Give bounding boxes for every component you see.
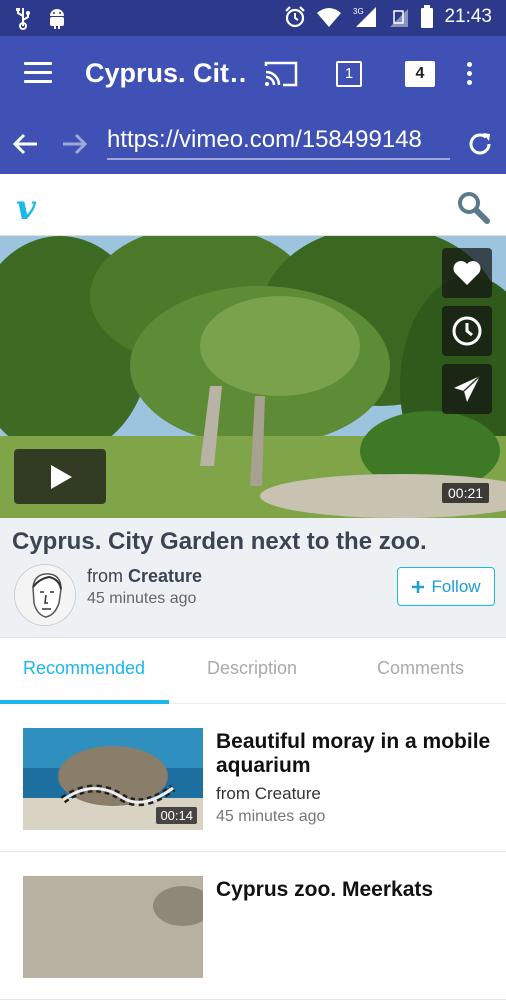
more-options-icon[interactable] (467, 62, 475, 89)
follow-label: Follow (431, 576, 481, 596)
search-icon[interactable] (456, 190, 490, 224)
tab-counter-1-button[interactable]: 1 (336, 61, 362, 87)
status-bar: 3G 21:43 (0, 0, 506, 36)
posted-time: 45 minutes ago (87, 590, 197, 607)
play-button[interactable] (14, 449, 106, 504)
send-icon (454, 375, 481, 402)
url-input[interactable]: https://vimeo.com/158499148 (107, 126, 450, 160)
like-button[interactable] (442, 248, 492, 298)
list-item-title[interactable]: Cyprus zoo. Meerkats (216, 878, 496, 902)
plus-icon (412, 580, 425, 593)
tab-counter-4-button[interactable]: 4 (405, 61, 435, 87)
forward-arrow-icon[interactable] (60, 130, 88, 158)
list-item[interactable]: Cyprus zoo. Meerkats (0, 852, 506, 1000)
video-duration: 00:21 (442, 483, 490, 503)
avatar[interactable] (14, 564, 76, 626)
clock-icon (452, 316, 482, 346)
video-thumbnail[interactable] (23, 876, 203, 978)
content-tabs: Recommended Description Comments (0, 638, 506, 704)
vimeo-logo[interactable]: v (16, 188, 36, 228)
play-icon (51, 464, 72, 489)
heart-icon (453, 261, 481, 285)
android-icon (50, 9, 64, 29)
status-clock: 21:43 (444, 6, 492, 27)
hamburger-menu-icon[interactable] (24, 62, 52, 86)
battery-icon (421, 5, 434, 28)
network-label: 3G (353, 7, 364, 16)
author-name[interactable]: Creature (128, 566, 202, 586)
meerkat-thumbnail-image (23, 876, 203, 978)
alarm-icon (285, 6, 306, 28)
video-info: Cyprus. City Garden next to the zoo. fro… (0, 518, 506, 638)
tab-recommended[interactable]: Recommended (23, 658, 145, 679)
author-portrait (15, 565, 75, 625)
video-thumbnail[interactable]: 00:14 (23, 728, 203, 830)
url-bar: https://vimeo.com/158499148 (0, 116, 506, 174)
watch-later-button[interactable] (442, 306, 492, 356)
list-item-time: 45 minutes ago (216, 808, 326, 825)
site-header: v (0, 174, 506, 236)
list-item-title[interactable]: Beautiful moray in a mobile aquarium (216, 730, 496, 778)
video-title: Cyprus. City Garden next to the zoo. (12, 528, 427, 555)
follow-button[interactable]: Follow (397, 567, 495, 606)
page-title: Cyprus. Cit… (85, 58, 245, 88)
status-left-icons (14, 6, 68, 30)
tab-description[interactable]: Description (207, 658, 297, 679)
from-prefix: from (87, 566, 123, 586)
sim-signal-icon (390, 9, 409, 27)
list-item[interactable]: 00:14 Beautiful moray in a mobile aquari… (0, 704, 506, 852)
thumbnail-duration: 00:14 (156, 807, 197, 824)
tab-comments[interactable]: Comments (377, 658, 464, 679)
app-toolbar: Cyprus. Cit… 1 4 (0, 36, 506, 116)
wifi-icon (317, 8, 342, 27)
author-line: from Creature (87, 566, 202, 587)
list-item-author: from Creature (216, 784, 321, 803)
cast-icon[interactable] (263, 60, 299, 88)
share-button[interactable] (442, 364, 492, 414)
usb-icon (16, 8, 30, 30)
signal-3g-icon: 3G (353, 7, 377, 27)
reload-icon[interactable] (466, 130, 494, 158)
status-right-icons: 3G 21:43 (284, 5, 492, 29)
video-player[interactable]: 00:21 (0, 236, 506, 518)
back-arrow-icon[interactable] (12, 130, 40, 158)
